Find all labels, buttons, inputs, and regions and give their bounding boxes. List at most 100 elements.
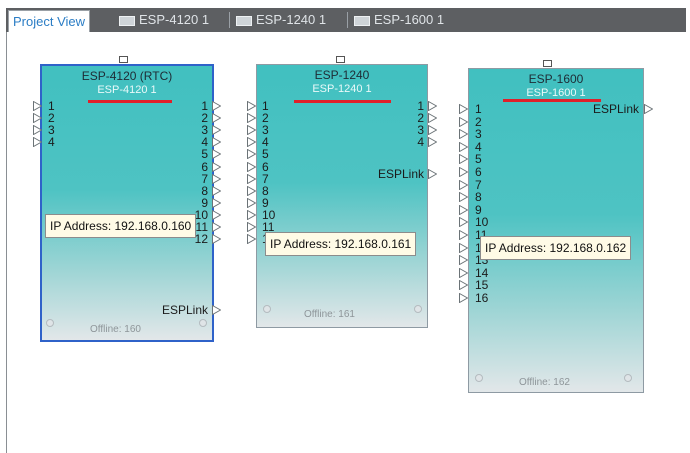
ip-address-tooltip: IP Address: 192.168.0.161 <box>265 232 417 256</box>
input-port-2[interactable] <box>459 116 468 127</box>
device-status: Offline: 160 <box>90 324 141 335</box>
esplink-port[interactable] <box>212 305 221 315</box>
output-port-2[interactable] <box>212 113 221 124</box>
tab-esp-1600[interactable]: ESP-1600 1 <box>354 8 444 32</box>
tab-label: ESP-1600 1 <box>374 12 445 27</box>
corner-handle <box>624 374 632 382</box>
input-port-4[interactable] <box>247 137 256 148</box>
input-port-label: 4 <box>475 139 482 154</box>
input-port-12[interactable] <box>247 234 256 245</box>
ip-address-tooltip: IP Address: 192.168.0.160 <box>45 214 197 238</box>
esplink-label: ESPLink <box>161 303 208 317</box>
input-port-9[interactable] <box>459 204 468 215</box>
input-port-6[interactable] <box>247 161 256 172</box>
highlight-underline <box>294 100 391 103</box>
input-port-11[interactable] <box>459 230 468 240</box>
output-port-1[interactable] <box>428 101 437 111</box>
tab-label: ESP-4120 1 <box>139 12 210 27</box>
device-title: ESP-1600 <box>528 72 584 86</box>
input-port-label: 14 <box>475 265 489 280</box>
input-port-14[interactable] <box>459 267 468 278</box>
output-port-10[interactable] <box>212 209 221 220</box>
tab-esp-4120[interactable]: ESP-4120 1 <box>119 8 209 32</box>
project-canvas[interactable]: ESP-4120 (RTC) ESP-4120 1 Offline: 160 E… <box>6 32 689 453</box>
input-port-1[interactable] <box>247 101 256 111</box>
input-port-11[interactable] <box>247 222 256 232</box>
output-port-4[interactable] <box>212 137 221 148</box>
output-port-11[interactable] <box>212 222 221 232</box>
output-port-9[interactable] <box>212 197 221 208</box>
input-port-3[interactable] <box>33 125 42 136</box>
output-port-1[interactable] <box>212 101 221 111</box>
output-port-label: 5 <box>201 147 208 162</box>
device-title: ESP-1240 <box>314 68 370 82</box>
input-port-2[interactable] <box>247 113 256 124</box>
input-port-1[interactable] <box>459 104 468 114</box>
input-port-5[interactable] <box>247 149 256 160</box>
input-port-3[interactable] <box>459 129 468 140</box>
input-port-3[interactable] <box>247 125 256 136</box>
output-port-3[interactable] <box>428 125 437 136</box>
device-block-esp-4120[interactable]: ESP-4120 (RTC) ESP-4120 1 Offline: 160 <box>40 64 214 342</box>
device-instance-name: ESP-4120 1 <box>97 84 157 96</box>
tab-project-view[interactable]: Project View <box>8 10 91 33</box>
input-port-4[interactable] <box>459 141 468 152</box>
esplink-port[interactable] <box>644 104 653 114</box>
input-port-12[interactable] <box>459 242 468 253</box>
corner-handle <box>46 319 54 327</box>
input-port-label: 8 <box>475 190 482 205</box>
output-port-2[interactable] <box>428 113 437 124</box>
device-icon <box>119 15 135 26</box>
ip-address-tooltip: IP Address: 192.168.0.162 <box>480 236 632 260</box>
input-port-7[interactable] <box>459 179 468 190</box>
output-port-8[interactable] <box>212 185 221 196</box>
device-block-esp-1600[interactable]: ESP-1600 ESP-1600 1 Offline: 162 <box>468 68 644 393</box>
output-port-label: 6 <box>201 159 208 174</box>
top-connector[interactable] <box>119 56 128 63</box>
input-port-label: 10 <box>475 215 489 230</box>
tab-esp-1240[interactable]: ESP-1240 1 <box>236 8 326 32</box>
input-port-13[interactable] <box>459 255 468 266</box>
top-connector[interactable] <box>336 56 345 63</box>
input-port-label: 6 <box>475 165 482 179</box>
input-port-label: 3 <box>475 127 482 142</box>
output-port-12[interactable] <box>212 234 221 245</box>
output-port-3[interactable] <box>212 125 221 136</box>
output-port-4[interactable] <box>428 137 437 148</box>
esplink-label: ESPLink <box>592 102 639 116</box>
input-port-10[interactable] <box>247 209 256 220</box>
input-port-label: 15 <box>475 278 489 293</box>
output-port-7[interactable] <box>212 173 221 184</box>
output-port-6[interactable] <box>212 161 221 172</box>
output-port-label: 9 <box>201 195 208 210</box>
input-port-label: 16 <box>475 291 489 305</box>
input-port-15[interactable] <box>459 280 468 291</box>
device-status: Offline: 162 <box>519 377 570 388</box>
tab-label: ESP-1240 1 <box>256 12 327 27</box>
output-port-label: 8 <box>201 183 208 198</box>
tab-label: Project View <box>13 14 86 29</box>
device-block-esp-1240[interactable]: ESP-1240 ESP-1240 1 Offline: 161 <box>256 64 428 328</box>
output-port-label: 12 <box>194 232 208 247</box>
input-port-1[interactable] <box>33 101 42 111</box>
input-port-label: 8 <box>262 183 269 198</box>
input-port-label: 2 <box>475 114 482 129</box>
input-port-2[interactable] <box>33 113 42 124</box>
input-port-9[interactable] <box>247 197 256 208</box>
input-port-16[interactable] <box>459 293 468 303</box>
input-port-4[interactable] <box>33 137 42 148</box>
input-port-7[interactable] <box>247 173 256 184</box>
input-port-8[interactable] <box>459 192 468 203</box>
input-port-5[interactable] <box>459 154 468 165</box>
device-icon <box>354 15 370 26</box>
input-port-10[interactable] <box>459 217 468 228</box>
corner-handle <box>199 319 207 327</box>
top-connector[interactable] <box>543 60 552 67</box>
highlight-underline <box>503 99 601 102</box>
input-port-8[interactable] <box>247 185 256 196</box>
input-port-6[interactable] <box>459 167 468 177</box>
device-icon <box>236 15 252 26</box>
output-port-5[interactable] <box>212 149 221 160</box>
esplink-port[interactable] <box>428 169 437 179</box>
tab-bar: Project View ESP-4120 1 ESP-1240 1 ESP-1… <box>6 8 686 33</box>
